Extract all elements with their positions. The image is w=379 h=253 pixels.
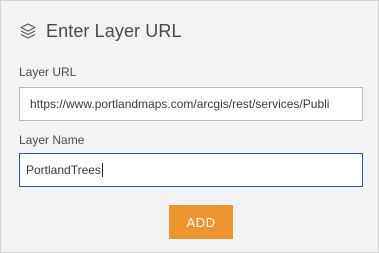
layer-url-input[interactable]: https://www.portlandmaps.com/arcgis/rest… (19, 87, 363, 121)
text-caret (101, 163, 103, 177)
layer-name-input[interactable]: PortlandTrees (19, 153, 363, 187)
add-button[interactable]: ADD (169, 205, 233, 239)
layers-icon (19, 22, 37, 40)
layer-url-value: https://www.portlandmaps.com/arcgis/rest… (30, 97, 330, 111)
layer-name-value: PortlandTrees (26, 163, 101, 177)
panel-header: Enter Layer URL (19, 18, 182, 44)
layer-name-label: Layer Name (19, 133, 85, 147)
panel-title: Enter Layer URL (46, 20, 182, 41)
layer-url-label: Layer URL (19, 65, 77, 79)
enter-layer-url-panel: Enter Layer URL Layer URL https://www.po… (0, 0, 379, 253)
